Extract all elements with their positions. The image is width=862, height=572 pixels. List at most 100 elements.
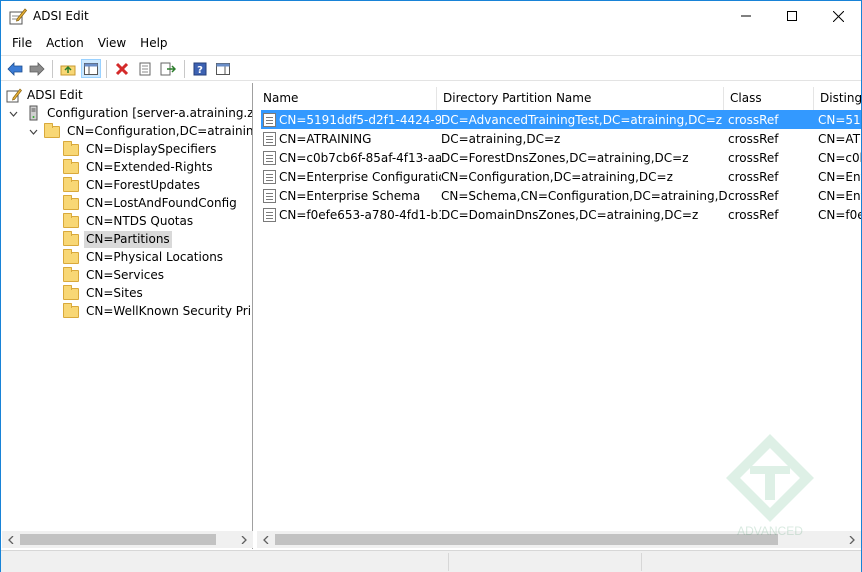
folder-icon bbox=[63, 177, 79, 192]
help-book-icon: ? bbox=[193, 62, 207, 76]
maximize-icon bbox=[787, 11, 797, 21]
list-row[interactable]: CN=Enterprise Configuration CN=Configura… bbox=[261, 167, 861, 186]
delete-x-icon bbox=[115, 62, 129, 75]
tree-item-displayspecifiers[interactable]: CN=DisplaySpecifiers bbox=[63, 140, 218, 158]
row-dn: CN=c0b bbox=[818, 150, 861, 165]
tree-item-label: CN=Sites bbox=[86, 285, 143, 300]
scroll-right-arrow-icon[interactable] bbox=[235, 531, 252, 548]
tree-item-label: CN=ForestUpdates bbox=[86, 177, 200, 192]
tree-item-ntds-quotas[interactable]: CN=NTDS Quotas bbox=[63, 212, 195, 230]
row-name: CN=5191ddf5-d2f1-4424-9... bbox=[279, 112, 441, 127]
crossref-object-icon bbox=[263, 169, 276, 184]
window-title: ADSI Edit bbox=[33, 9, 89, 23]
column-header-distinguished-name[interactable]: Distinguished Name bbox=[814, 87, 861, 111]
svg-text:?: ? bbox=[197, 65, 203, 76]
list-row[interactable]: CN=ATRAINING DC=atraining,DC=z crossRef … bbox=[261, 129, 861, 148]
collapse-chevron-icon[interactable] bbox=[8, 108, 18, 118]
list-row[interactable]: CN=c0b7cb6f-85af-4f13-aa... DC=ForestDns… bbox=[261, 148, 861, 167]
help-button[interactable]: ? bbox=[190, 59, 210, 78]
tree-item-sites[interactable]: CN=Sites bbox=[63, 284, 145, 302]
menu-action[interactable]: Action bbox=[39, 36, 91, 50]
tree-connection[interactable]: Configuration [server-a.atraining.z] bbox=[8, 104, 253, 122]
scroll-left-arrow-icon[interactable] bbox=[257, 531, 274, 548]
show-hide-console-tree-button[interactable] bbox=[81, 59, 101, 78]
show-hide-action-pane-button[interactable] bbox=[213, 59, 233, 78]
tree-item-label: CN=NTDS Quotas bbox=[86, 213, 194, 228]
collapse-chevron-icon[interactable] bbox=[28, 126, 38, 136]
tree-item-label: CN=DisplaySpecifiers bbox=[86, 141, 217, 156]
list-row[interactable]: CN=5191ddf5-d2f1-4424-9... DC=AdvancedTr… bbox=[261, 110, 861, 129]
folder-icon bbox=[63, 195, 79, 210]
row-partition: DC=AdvancedTrainingTest,DC=atraining,DC=… bbox=[441, 112, 723, 127]
crossref-object-icon bbox=[263, 131, 276, 146]
up-one-level-button[interactable] bbox=[58, 59, 78, 78]
list-row[interactable]: CN=f0efe653-a780-4fd1-b1... DC=DomainDns… bbox=[261, 205, 861, 224]
delete-button[interactable] bbox=[112, 59, 132, 78]
forward-button[interactable] bbox=[27, 59, 47, 78]
row-class: crossRef bbox=[728, 112, 779, 127]
crossref-object-icon bbox=[263, 207, 276, 222]
close-button[interactable] bbox=[815, 1, 861, 31]
properties-button[interactable] bbox=[135, 59, 155, 78]
column-header-class[interactable]: Class bbox=[724, 87, 814, 111]
properties-icon bbox=[139, 62, 151, 75]
menu-view[interactable]: View bbox=[91, 36, 133, 50]
toolbar: ? bbox=[1, 55, 861, 81]
row-class: crossRef bbox=[728, 131, 779, 146]
list-row[interactable]: CN=Enterprise Schema CN=Schema,CN=Config… bbox=[261, 186, 861, 205]
console-tree-pane: ADSI Edit Configuration [server-a.atrain… bbox=[2, 83, 253, 549]
minimize-button[interactable] bbox=[723, 1, 769, 31]
adsi-edit-window: ADSI Edit File Action View Help ? ADSI E… bbox=[0, 0, 862, 572]
status-bar bbox=[1, 550, 861, 572]
row-partition: CN=Configuration,DC=atraining,DC=z bbox=[441, 169, 673, 184]
tree-item-extended-rights[interactable]: CN=Extended-Rights bbox=[63, 158, 215, 176]
list-header: Name Directory Partition Name Class Dist… bbox=[257, 87, 861, 111]
row-dn: CN=Ent bbox=[818, 169, 861, 184]
row-dn: CN=5191 bbox=[818, 112, 861, 127]
row-name: CN=ATRAINING bbox=[279, 131, 372, 146]
watermark-text: ADVANCED bbox=[737, 524, 803, 538]
back-button[interactable] bbox=[5, 59, 25, 78]
tree-horizontal-scrollbar[interactable] bbox=[2, 531, 253, 548]
row-class: crossRef bbox=[728, 169, 779, 184]
forward-arrow-icon bbox=[29, 61, 45, 76]
folder-icon bbox=[63, 267, 79, 282]
row-class: crossRef bbox=[728, 207, 779, 222]
tree-connection-label: Configuration [server-a.atraining.z] bbox=[47, 105, 253, 120]
row-dn: CN=Ent bbox=[818, 188, 861, 203]
title-bar: ADSI Edit bbox=[1, 1, 861, 31]
row-name: CN=f0efe653-a780-4fd1-b1... bbox=[279, 207, 441, 222]
tree-item-lostandfoundconfig[interactable]: CN=LostAndFoundConfig bbox=[63, 194, 239, 212]
row-partition: DC=ForestDnsZones,DC=atraining,DC=z bbox=[441, 150, 689, 165]
maximize-button[interactable] bbox=[769, 1, 815, 31]
tree-item-services[interactable]: CN=Services bbox=[63, 266, 166, 284]
folder-icon bbox=[63, 159, 79, 174]
tree-item-partitions[interactable]: CN=Partitions bbox=[63, 230, 172, 248]
scroll-thumb[interactable] bbox=[20, 534, 216, 545]
export-list-button[interactable] bbox=[158, 59, 178, 78]
row-name: CN=c0b7cb6f-85af-4f13-aa... bbox=[279, 150, 441, 165]
minimize-icon bbox=[741, 15, 751, 17]
crossref-object-icon bbox=[263, 150, 276, 165]
crossref-object-icon bbox=[263, 112, 276, 127]
close-icon bbox=[832, 10, 844, 22]
menu-help[interactable]: Help bbox=[133, 36, 174, 50]
column-header-name[interactable]: Name bbox=[257, 87, 437, 111]
scroll-right-arrow-icon[interactable] bbox=[843, 531, 860, 548]
server-icon bbox=[29, 105, 38, 121]
menu-file[interactable]: File bbox=[5, 36, 39, 50]
tree-root-label: ADSI Edit bbox=[27, 87, 83, 102]
folder-icon bbox=[63, 249, 79, 264]
tree-item-wellknown-security-principals[interactable]: CN=WellKnown Security Principals bbox=[63, 302, 252, 320]
tree-item-forestupdates[interactable]: CN=ForestUpdates bbox=[63, 176, 202, 194]
row-partition: CN=Schema,CN=Configuration,DC=atraining,… bbox=[441, 188, 728, 203]
tree-item-physical-locations[interactable]: CN=Physical Locations bbox=[63, 248, 225, 266]
scroll-left-arrow-icon[interactable] bbox=[2, 531, 19, 548]
tree-root[interactable]: ADSI Edit bbox=[6, 86, 85, 104]
scroll-thumb[interactable] bbox=[275, 534, 778, 545]
tree-naming-context-label: CN=Configuration,DC=atraining,DC=z bbox=[67, 123, 253, 138]
column-header-partition[interactable]: Directory Partition Name bbox=[437, 87, 724, 111]
tree-naming-context[interactable]: CN=Configuration,DC=atraining,DC=z bbox=[28, 122, 253, 140]
menu-bar: File Action View Help bbox=[1, 33, 861, 53]
row-partition: DC=atraining,DC=z bbox=[441, 131, 561, 146]
